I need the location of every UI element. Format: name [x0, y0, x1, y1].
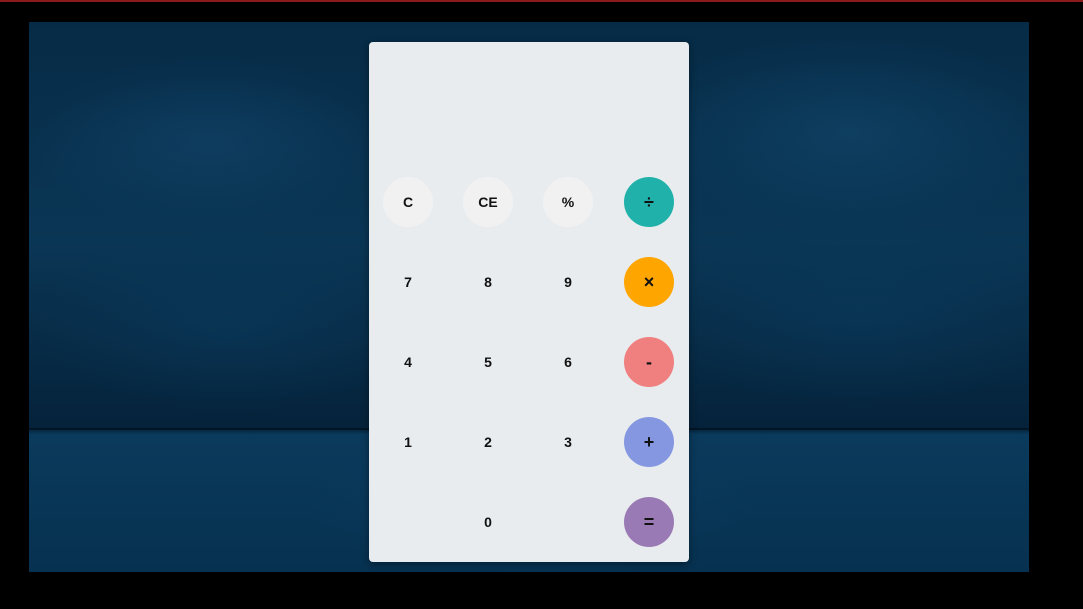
- multiply-button[interactable]: ×: [624, 257, 674, 307]
- digit-7-button[interactable]: 7: [383, 257, 433, 307]
- percent-button[interactable]: %: [543, 177, 593, 227]
- divide-button[interactable]: ÷: [624, 177, 674, 227]
- digit-9-button[interactable]: 9: [543, 257, 593, 307]
- add-button[interactable]: +: [624, 417, 674, 467]
- calculator: C CE % ÷ 7 8 9 × 4 5 6 - 1 2 3 + 0 =: [369, 42, 689, 562]
- digit-5-button[interactable]: 5: [463, 337, 513, 387]
- calculator-display: [369, 42, 689, 162]
- digit-1-button[interactable]: 1: [383, 417, 433, 467]
- clear-button[interactable]: C: [383, 177, 433, 227]
- subtract-button[interactable]: -: [624, 337, 674, 387]
- equals-button[interactable]: =: [624, 497, 674, 547]
- digit-3-button[interactable]: 3: [543, 417, 593, 467]
- digit-0-button[interactable]: 0: [463, 497, 513, 547]
- digit-4-button[interactable]: 4: [383, 337, 433, 387]
- digit-2-button[interactable]: 2: [463, 417, 513, 467]
- digit-6-button[interactable]: 6: [543, 337, 593, 387]
- clear-entry-button[interactable]: CE: [463, 177, 513, 227]
- window-top-border: [0, 0, 1083, 2]
- digit-8-button[interactable]: 8: [463, 257, 513, 307]
